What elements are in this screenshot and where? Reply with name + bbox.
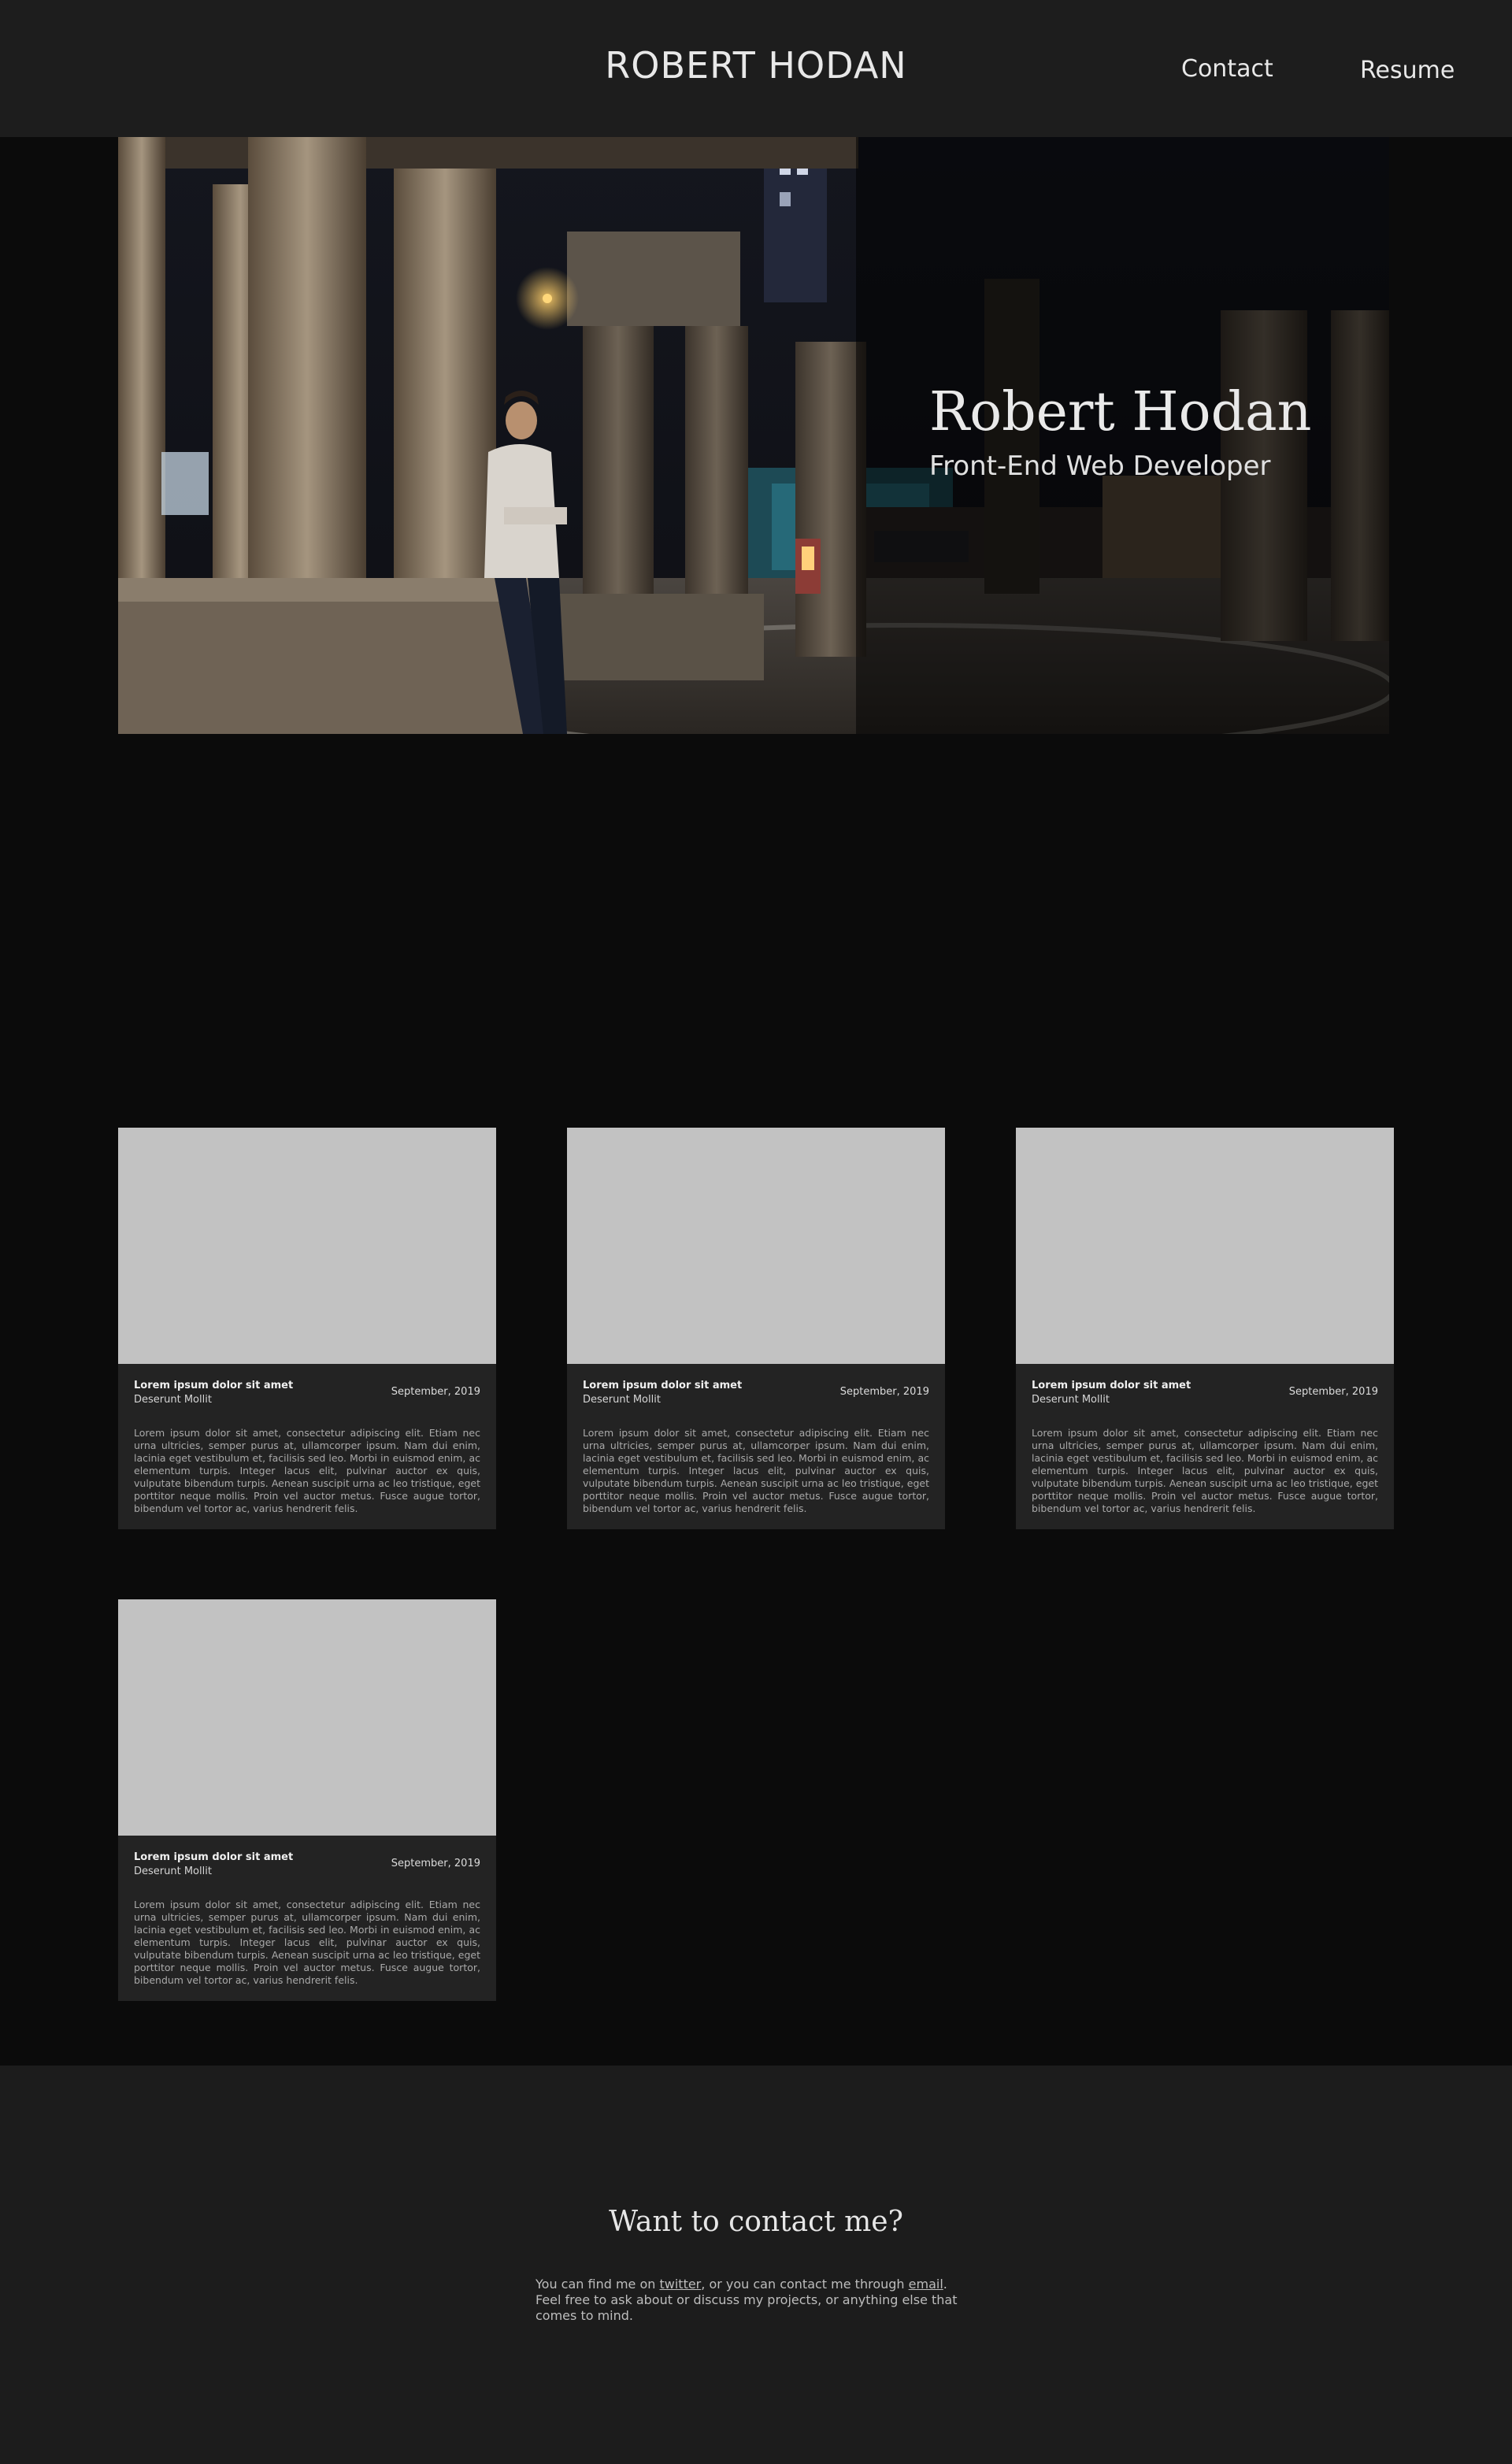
card-title: Lorem ipsum dolor sit amet bbox=[1032, 1380, 1191, 1391]
card-body: Lorem ipsum dolor sit amet, consectetur … bbox=[1032, 1427, 1378, 1514]
card-subtitle: Deserunt Mollit bbox=[134, 1394, 212, 1406]
card-subtitle: Deserunt Mollit bbox=[134, 1866, 212, 1877]
project-card[interactable]: Lorem ipsum dolor sit amet Deserunt Moll… bbox=[118, 1128, 496, 1529]
nav-contact-link[interactable]: Contact bbox=[1181, 55, 1273, 83]
card-title: Lorem ipsum dolor sit amet bbox=[134, 1851, 294, 1863]
hero-banner: Robert Hodan Front-End Web Developer bbox=[118, 137, 1389, 734]
site-header: ROBERT HODAN Contact Resume bbox=[0, 0, 1512, 137]
card-image-placeholder[interactable] bbox=[118, 1128, 496, 1364]
contact-text-middle: , or you can contact me through bbox=[701, 2277, 909, 2292]
hero-role: Front-End Web Developer bbox=[929, 450, 1271, 482]
project-card[interactable]: Lorem ipsum dolor sit amet Deserunt Moll… bbox=[1016, 1128, 1394, 1529]
card-image-placeholder[interactable] bbox=[118, 1599, 496, 1836]
contact-text-before: You can find me on bbox=[536, 2277, 660, 2292]
card-title: Lorem ipsum dolor sit amet bbox=[134, 1380, 294, 1391]
card-image-placeholder[interactable] bbox=[567, 1128, 945, 1364]
card-date: September, 2019 bbox=[1288, 1386, 1378, 1398]
card-date: September, 2019 bbox=[391, 1386, 480, 1398]
card-date: September, 2019 bbox=[391, 1858, 480, 1869]
project-card[interactable]: Lorem ipsum dolor sit amet Deserunt Moll… bbox=[567, 1128, 945, 1529]
card-subtitle: Deserunt Mollit bbox=[1032, 1394, 1110, 1406]
card-body: Lorem ipsum dolor sit amet, consectetur … bbox=[583, 1427, 929, 1514]
card-date: September, 2019 bbox=[839, 1386, 929, 1398]
project-card[interactable]: Lorem ipsum dolor sit amet Deserunt Moll… bbox=[118, 1599, 496, 2001]
card-title: Lorem ipsum dolor sit amet bbox=[583, 1380, 743, 1391]
contact-heading: Want to contact me? bbox=[609, 2206, 903, 2238]
card-body: Lorem ipsum dolor sit amet, consectetur … bbox=[134, 1427, 480, 1514]
card-image-placeholder[interactable] bbox=[1016, 1128, 1394, 1364]
twitter-link[interactable]: twitter bbox=[659, 2277, 701, 2292]
hero-name: Robert Hodan bbox=[929, 381, 1312, 443]
card-body: Lorem ipsum dolor sit amet, consectetur … bbox=[134, 1899, 480, 1986]
card-subtitle: Deserunt Mollit bbox=[583, 1394, 661, 1406]
nav-resume-link[interactable]: Resume bbox=[1360, 57, 1455, 84]
contact-footer: Want to contact me? You can find me on t… bbox=[0, 2066, 1512, 2464]
contact-text: You can find me on twitter, or you can c… bbox=[536, 2277, 976, 2324]
site-title[interactable]: ROBERT HODAN bbox=[0, 44, 1512, 87]
email-link[interactable]: email bbox=[909, 2277, 943, 2292]
